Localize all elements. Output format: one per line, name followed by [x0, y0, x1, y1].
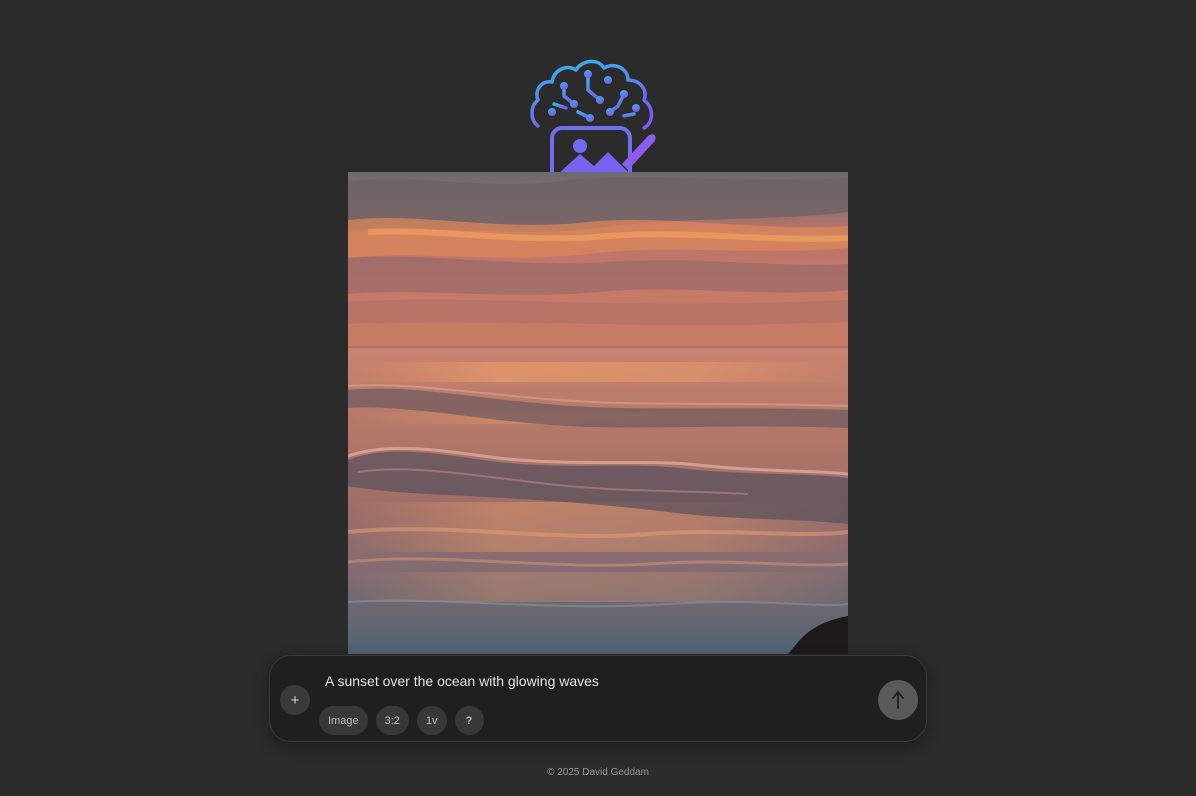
prompt-input[interactable]: A sunset over the ocean with glowing wav… — [325, 673, 865, 689]
arrow-up-icon — [892, 691, 904, 709]
attach-button[interactable]: + — [280, 685, 310, 715]
prompt-bar: + A sunset over the ocean with glowing w… — [269, 655, 927, 742]
help-chip[interactable]: ? — [454, 706, 484, 735]
app-page: + A sunset over the ocean with glowing w… — [0, 0, 1196, 796]
mode-chip-image[interactable]: Image — [319, 706, 368, 735]
aspect-ratio-chip[interactable]: 3:2 — [375, 706, 409, 735]
variations-chip[interactable]: 1v — [416, 706, 447, 735]
brain-image-logo-icon — [528, 56, 664, 190]
generated-image[interactable] — [348, 172, 848, 654]
sunset-ocean-image — [348, 172, 848, 654]
send-button[interactable] — [878, 680, 918, 720]
option-chips: Image 3:2 1v ? — [319, 706, 484, 735]
footer-copyright: © 2025 David Geddam — [547, 767, 649, 778]
plus-icon: + — [290, 691, 300, 709]
